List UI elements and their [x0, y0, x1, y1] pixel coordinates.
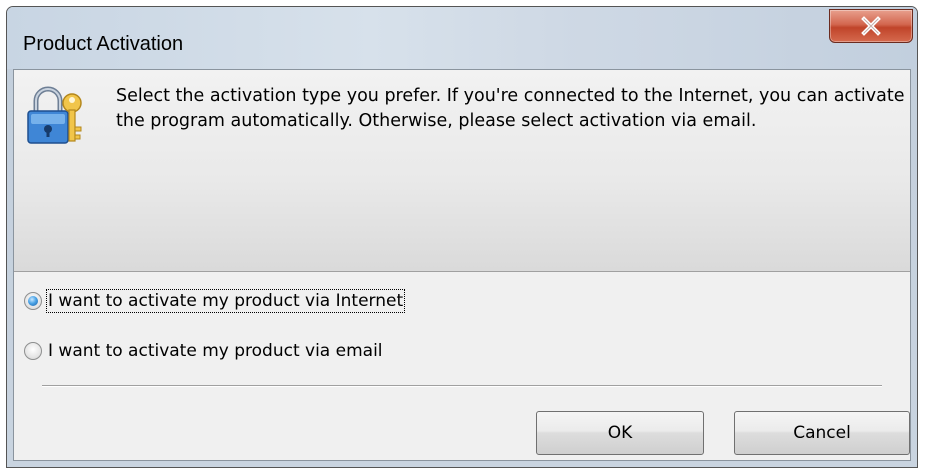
dialog-body: Select the activation type you prefer. I…	[13, 69, 911, 461]
instruction-text: Select the activation type you prefer. I…	[116, 86, 905, 131]
close-x-icon	[861, 16, 881, 36]
option-email[interactable]: I want to activate my product via email	[24, 338, 383, 364]
option-internet[interactable]: I want to activate my product via Intern…	[24, 288, 406, 314]
ok-button[interactable]: OK	[536, 411, 704, 455]
product-activation-dialog: Product Activation Select the activation…	[6, 6, 918, 468]
window-title: Product Activation	[23, 33, 184, 55]
lock-key-icon	[27, 86, 82, 144]
option-email-label[interactable]: I want to activate my product via email	[48, 341, 383, 361]
option-internet-label[interactable]: I want to activate my product via Intern…	[45, 289, 406, 313]
cancel-button[interactable]: Cancel	[734, 411, 910, 455]
info-banner: Select the activation type you prefer. I…	[14, 70, 910, 272]
radio-email[interactable]	[24, 342, 42, 360]
close-button[interactable]	[829, 9, 913, 43]
divider	[42, 385, 882, 387]
title-bar[interactable]: Product Activation	[7, 7, 917, 69]
radio-internet[interactable]	[24, 292, 42, 310]
